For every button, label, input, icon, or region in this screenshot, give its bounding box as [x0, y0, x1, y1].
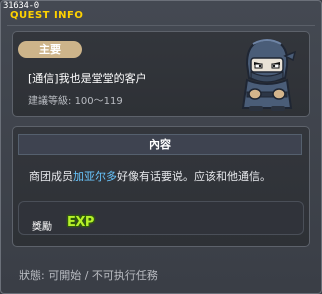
quest-name: [通信]我也是堂堂的客户: [28, 72, 147, 85]
level-label: 建議等級:: [28, 96, 72, 107]
window-title: QUEST INFO: [10, 10, 84, 21]
content-description: 商团成员加亚尔多好像有话要说。应该和他通信。: [29, 168, 271, 184]
reward-box: [18, 201, 304, 235]
level-range: 100～119: [74, 96, 123, 107]
npc-name-link[interactable]: 加亚尔多: [73, 170, 117, 183]
title-bar[interactable]: 31634-0 QUEST INFO: [1, 1, 321, 21]
reward-label: 獎勵: [32, 222, 52, 233]
quest-info-window: 31634-0 QUEST INFO 主要 [通信]我也是堂堂的客户 建議等級:…: [0, 0, 322, 294]
ninja-npc-icon: [241, 38, 297, 111]
quest-category-badge: 主要: [18, 41, 82, 58]
content-text-after: 好像有话要说。应该和他通信。: [117, 170, 271, 183]
exp-reward-icon[interactable]: EXP: [67, 215, 94, 230]
content-header: 內容: [18, 134, 302, 155]
title-divider: [7, 25, 315, 26]
recommended-level: 建議等級: 100～119: [28, 92, 123, 107]
quest-status: 狀態: 可開始 / 不可执行任務: [19, 269, 158, 282]
content-text-before: 商团成员: [29, 170, 73, 183]
